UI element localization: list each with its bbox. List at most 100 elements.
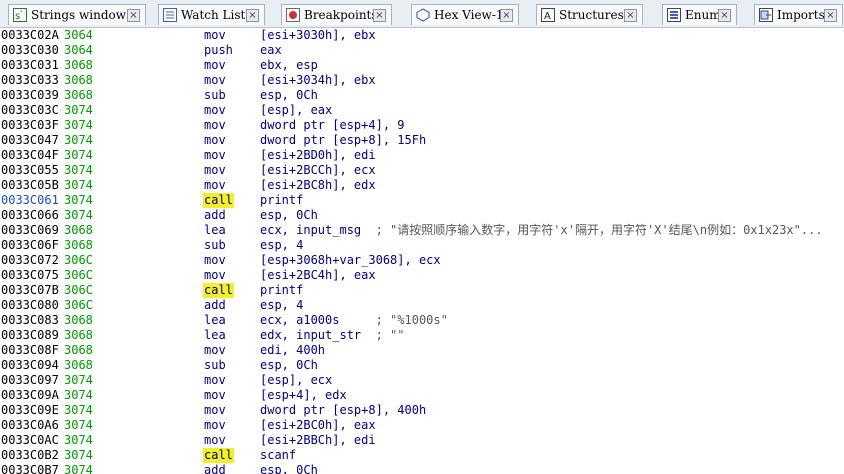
operand-text[interactable]: ecx, input_msg	[260, 223, 376, 237]
address[interactable]: 0033C06F	[1, 238, 59, 253]
listing-row[interactable]: 0033C0B7 3074 add esp, 0Ch	[0, 463, 844, 474]
listing-row[interactable]: 0033C072 306C mov [esp+3068h+var_3068], ecx	[0, 253, 844, 268]
operand-text[interactable]: esp, 4	[260, 238, 303, 252]
operands[interactable]: dword ptr [esp+8], 15Fh	[260, 133, 426, 148]
address[interactable]: 0033C0B7	[1, 463, 59, 474]
address[interactable]: 0033C075	[1, 268, 59, 283]
operands[interactable]: [esi+2BC0h], eax	[260, 418, 376, 433]
address[interactable]: 0033C04F	[1, 148, 59, 163]
listing-row[interactable]: 0033C030 3064 push eax	[0, 43, 844, 58]
address[interactable]: 0033C03F	[1, 118, 59, 133]
mnemonic[interactable]: mov	[204, 103, 226, 118]
listing-row[interactable]: 0033C04F 3074 mov [esi+2BD0h], edi	[0, 148, 844, 163]
address[interactable]: 0033C030	[1, 43, 59, 58]
mnemonic[interactable]: call	[203, 448, 234, 463]
listing-row[interactable]: 0033C0A6 3074 mov [esi+2BC0h], eax	[0, 418, 844, 433]
operand-text[interactable]: [esi+2BC0h], eax	[260, 418, 376, 432]
operands[interactable]: [esp], eax	[260, 103, 332, 118]
operands[interactable]: printf	[260, 283, 303, 298]
operands[interactable]: scanf	[260, 448, 296, 463]
mnemonic[interactable]: add	[204, 208, 226, 223]
listing-row[interactable]: 0033C061 3074 call printf	[0, 193, 844, 208]
operands[interactable]: [esi+3034h], ebx	[260, 73, 376, 88]
mnemonic[interactable]: mov	[204, 178, 226, 193]
mnemonic[interactable]: mov	[204, 343, 226, 358]
operands[interactable]: esp, 4	[260, 238, 303, 253]
mnemonic[interactable]: mov	[204, 73, 226, 88]
operand-text[interactable]: [esi+3030h], ebx	[260, 28, 376, 42]
operands[interactable]: eax	[260, 43, 282, 58]
address[interactable]: 0033C066	[1, 208, 59, 223]
operands[interactable]: esp, 0Ch	[260, 208, 318, 223]
mnemonic[interactable]: lea	[204, 313, 226, 328]
mnemonic[interactable]: add	[204, 463, 226, 474]
operand-text[interactable]: ebx, esp	[260, 58, 318, 72]
operands[interactable]: [esi+2BBCh], edi	[260, 433, 376, 448]
mnemonic[interactable]: lea	[204, 328, 226, 343]
operand-text[interactable]: ecx, a1000s	[260, 313, 376, 327]
address[interactable]: 0033C07B	[1, 283, 59, 298]
listing-row[interactable]: 0033C0AC 3074 mov [esi+2BBCh], edi	[0, 433, 844, 448]
operand-text[interactable]: [esi+2BC4h], eax	[260, 268, 376, 282]
operands[interactable]: ebx, esp	[260, 58, 318, 73]
tab-imports[interactable]: Imports ×	[754, 4, 843, 25]
operand-text[interactable]: [esi+2BC8h], edx	[260, 178, 376, 192]
operand-text[interactable]: dword ptr [esp+8], 15Fh	[260, 133, 426, 147]
operands[interactable]: [esi+2BCCh], ecx	[260, 163, 376, 178]
address[interactable]: 0033C094	[1, 358, 59, 373]
operands[interactable]: dword ptr [esp+4], 9	[260, 118, 405, 133]
operand-text[interactable]: printf	[260, 283, 303, 297]
operand-text[interactable]: esp, 0Ch	[260, 88, 318, 102]
mnemonic[interactable]: mov	[204, 163, 226, 178]
address[interactable]: 0033C05B	[1, 178, 59, 193]
tab-structures[interactable]: A Structures ×	[536, 4, 643, 25]
address[interactable]: 0033C055	[1, 163, 59, 178]
operand-text[interactable]: eax	[260, 43, 282, 57]
listing-row[interactable]: 0033C039 3068 sub esp, 0Ch	[0, 88, 844, 103]
mnemonic[interactable]: add	[204, 298, 226, 313]
mnemonic[interactable]: mov	[204, 373, 226, 388]
address[interactable]: 0033C09A	[1, 388, 59, 403]
operand-text[interactable]: [esp], eax	[260, 103, 332, 117]
listing-row[interactable]: 0033C080 306C add esp, 4	[0, 298, 844, 313]
operands[interactable]: [esp], ecx	[260, 373, 332, 388]
operand-text[interactable]: dword ptr [esp+4], 9	[260, 118, 405, 132]
operands[interactable]: printf	[260, 193, 303, 208]
disassembly-listing[interactable]: 0033C02A 3064 mov [esi+3030h], ebx 0033C030 3…	[0, 28, 844, 474]
operand-text[interactable]: esp, 0Ch	[260, 358, 318, 372]
mnemonic[interactable]: mov	[204, 403, 226, 418]
mnemonic[interactable]: call	[203, 283, 234, 298]
mnemonic[interactable]: mov	[204, 133, 226, 148]
address[interactable]: 0033C080	[1, 298, 59, 313]
address[interactable]: 0033C033	[1, 73, 59, 88]
operands[interactable]: ecx, a1000s ; "%1000s"	[260, 313, 448, 328]
address[interactable]: 0033C069	[1, 223, 59, 238]
mnemonic[interactable]: mov	[204, 418, 226, 433]
tab-strings-window[interactable]: s " Strings window ×	[8, 4, 146, 25]
close-icon[interactable]: ×	[246, 8, 259, 22]
listing-row[interactable]: 0033C0B2 3074 call scanf	[0, 448, 844, 463]
listing-row[interactable]: 0033C031 3068 mov ebx, esp	[0, 58, 844, 73]
operands[interactable]: esp, 4	[260, 298, 303, 313]
listing-row[interactable]: 0033C075 306C mov [esi+2BC4h], eax	[0, 268, 844, 283]
address[interactable]: 0033C03C	[1, 103, 59, 118]
mnemonic[interactable]: lea	[204, 223, 226, 238]
address[interactable]: 0033C0B2	[1, 448, 59, 463]
operand-text[interactable]: [esi+2BD0h], edi	[260, 148, 376, 162]
mnemonic[interactable]: mov	[204, 253, 226, 268]
address[interactable]: 0033C0AC	[1, 433, 59, 448]
operand-text[interactable]: edi, 400h	[260, 343, 325, 357]
close-icon[interactable]: ×	[624, 8, 637, 22]
listing-row[interactable]: 0033C03C 3074 mov [esp], eax	[0, 103, 844, 118]
listing-row[interactable]: 0033C069 3068 lea ecx, input_msg ; "请按照顺序输入…	[0, 223, 844, 238]
tab-watch-list[interactable]: Watch List ×	[158, 4, 265, 25]
address[interactable]: 0033C02A	[1, 28, 59, 43]
listing-row[interactable]: 0033C06F 3068 sub esp, 4	[0, 238, 844, 253]
operands[interactable]: esp, 0Ch	[260, 358, 318, 373]
operands[interactable]: esp, 0Ch	[260, 463, 318, 474]
close-icon[interactable]: ×	[824, 8, 837, 22]
operands[interactable]: [esp+4], edx	[260, 388, 347, 403]
close-icon[interactable]: ×	[373, 8, 386, 22]
listing-row[interactable]: 0033C09E 3074 mov dword ptr [esp+8], 400h	[0, 403, 844, 418]
listing-row[interactable]: 0033C08F 3068 mov edi, 400h	[0, 343, 844, 358]
